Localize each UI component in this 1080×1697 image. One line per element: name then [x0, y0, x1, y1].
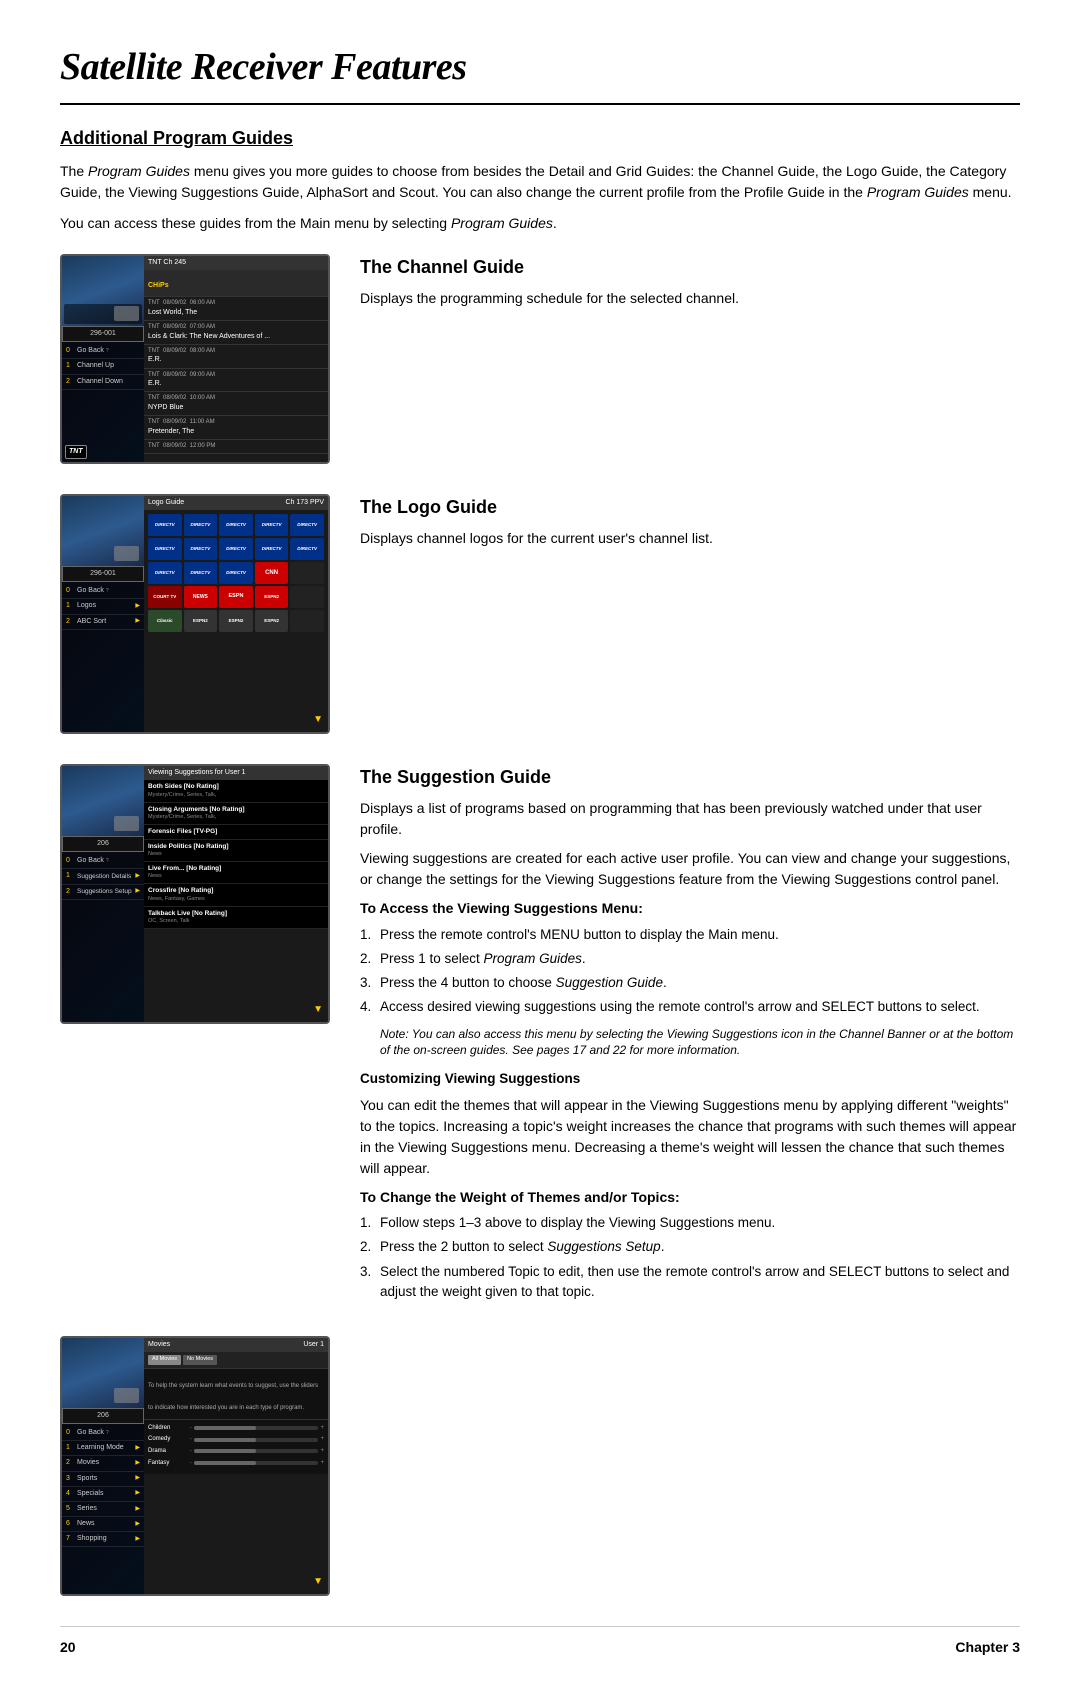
access-step-2: Press 1 to select Program Guides.: [360, 949, 1020, 969]
suggestion-guide-title: The Suggestion Guide: [360, 764, 1020, 790]
intro-paragraph: The Program Guides menu gives you more g…: [60, 161, 1020, 203]
access-step-3: Press the 4 button to choose Suggestion …: [360, 973, 1020, 993]
channel-guide-content: The Channel Guide Displays the programmi…: [360, 254, 1020, 317]
weight-steps: Follow steps 1–3 above to display the Vi…: [360, 1213, 1020, 1302]
weight-step-2: Press the 2 button to select Suggestions…: [360, 1237, 1020, 1257]
logo-guide-screen: 296-001 0Go Back? 1Logos▶ 2ABC Sort▶ Log…: [60, 494, 330, 734]
weight-subtitle: To Change the Weight of Themes and/or To…: [360, 1187, 1020, 1207]
access-steps: Press the remote control's MENU button t…: [360, 925, 1020, 1018]
weight-screen-row: 206 0Go Back? 1Learning Mode▶ 2Movies▶ 3…: [60, 1336, 1020, 1596]
access-step-1: Press the remote control's MENU button t…: [360, 925, 1020, 945]
logo-guide-description: Displays channel logos for the current u…: [360, 528, 1020, 549]
suggestion-guide-row: 206 0Go Back? 1Suggestion Details▶ 2Sugg…: [60, 764, 1020, 1306]
logo-guide-content: The Logo Guide Displays channel logos fo…: [360, 494, 1020, 557]
page-footer: 20 Chapter 3: [60, 1626, 1020, 1657]
suggestion-guide-screen: 206 0Go Back? 1Suggestion Details▶ 2Sugg…: [60, 764, 330, 1024]
content-grid: 296-001 0Go Back? 1Channel Up 2Channel D…: [60, 254, 1020, 1596]
suggestion-guide-content: The Suggestion Guide Displays a list of …: [360, 764, 1020, 1306]
suggestion-guide-desc2: Viewing suggestions are created for each…: [360, 848, 1020, 890]
channel-guide-screen: 296-001 0Go Back? 1Channel Up 2Channel D…: [60, 254, 330, 464]
access-subtitle: To Access the Viewing Suggestions Menu:: [360, 898, 1020, 918]
channel-guide-row: 296-001 0Go Back? 1Channel Up 2Channel D…: [60, 254, 1020, 464]
logo-guide-row: 296-001 0Go Back? 1Logos▶ 2ABC Sort▶ Log…: [60, 494, 1020, 734]
weight-screen: 206 0Go Back? 1Learning Mode▶ 2Movies▶ 3…: [60, 1336, 330, 1596]
suggestion-guide-desc1: Displays a list of programs based on pro…: [360, 798, 1020, 840]
channel-guide-title: The Channel Guide: [360, 254, 1020, 280]
channel-guide-description: Displays the programming schedule for th…: [360, 288, 1020, 309]
weight-step-1: Follow steps 1–3 above to display the Vi…: [360, 1213, 1020, 1233]
section-title: Additional Program Guides: [60, 125, 1020, 151]
weight-step-3: Select the numbered Topic to edit, then …: [360, 1262, 1020, 1303]
access-step-4: Access desired viewing suggestions using…: [360, 997, 1020, 1017]
customize-subtitle: Customizing Viewing Suggestions: [360, 1069, 1020, 1089]
page-number: 20: [60, 1637, 76, 1657]
access-note: Note: You can also access this menu by s…: [360, 1026, 1020, 1060]
access-paragraph: You can access these guides from the Mai…: [60, 213, 1020, 234]
customize-desc: You can edit the themes that will appear…: [360, 1095, 1020, 1179]
chapter-label: Chapter 3: [955, 1637, 1020, 1657]
page-title: Satellite Receiver Features: [60, 40, 1020, 105]
logo-guide-title: The Logo Guide: [360, 494, 1020, 520]
